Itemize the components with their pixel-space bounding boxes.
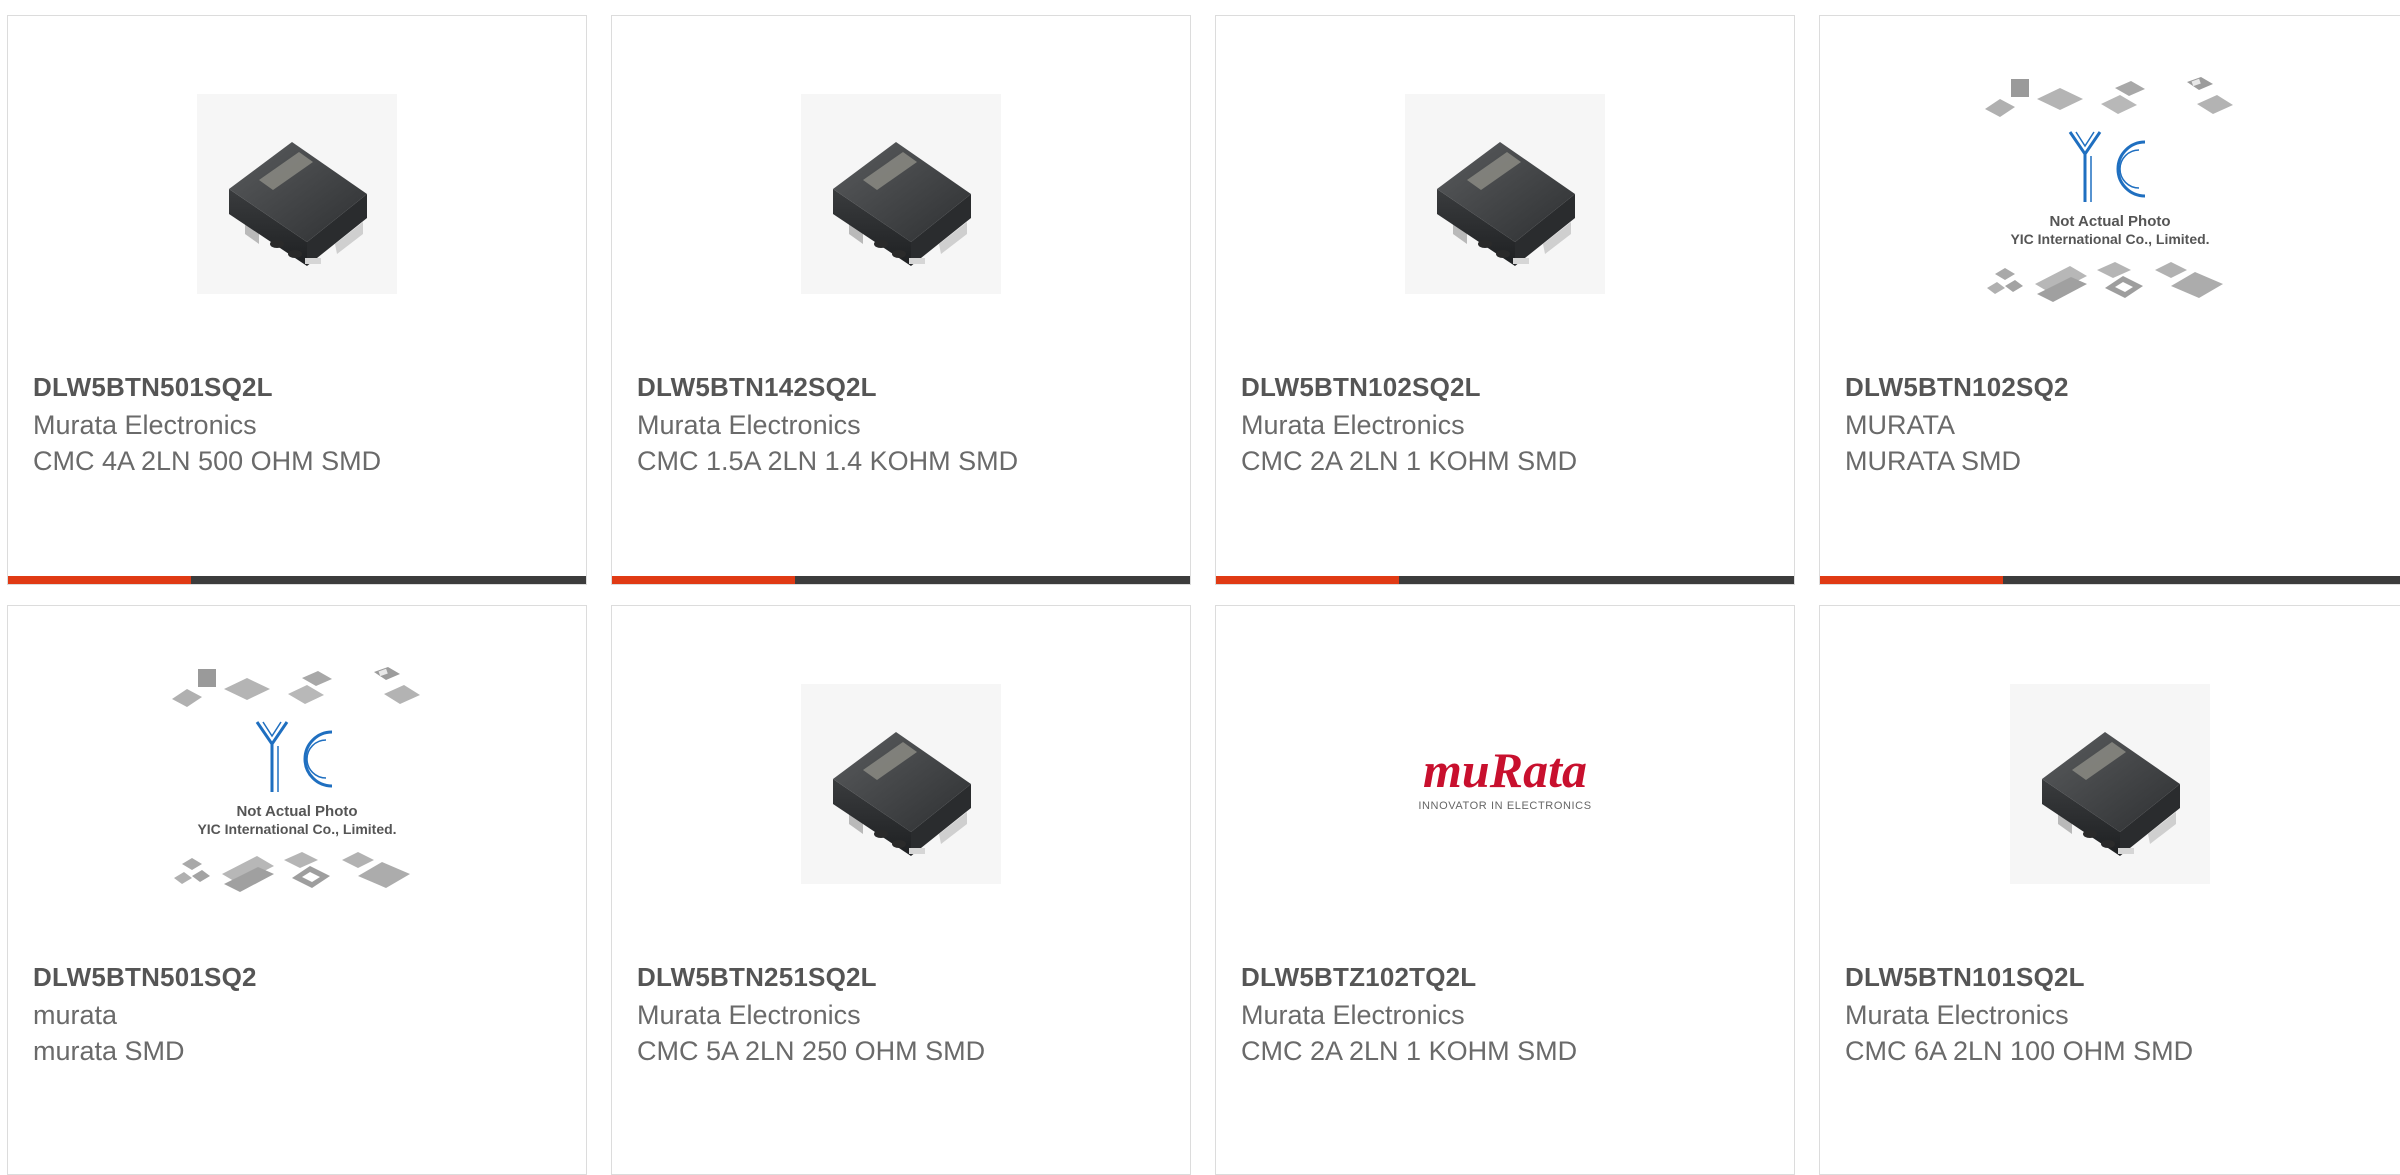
part-number[interactable]: DLW5BTN102SQ2 xyxy=(1845,372,2069,403)
card-footer-bar xyxy=(1216,576,1794,584)
part-number[interactable]: DLW5BTN251SQ2L xyxy=(637,962,877,993)
product-card[interactable]: DLW5BTN142SQ2L Murata Electronics CMC 1.… xyxy=(611,15,1191,585)
yic-logo xyxy=(255,720,334,793)
part-number[interactable]: DLW5BTN501SQ2L xyxy=(33,372,273,403)
description: MURATA SMD xyxy=(1845,446,2022,476)
product-card[interactable]: Not Actual Photo YIC International Co., … xyxy=(7,605,587,1175)
product-image[interactable]: Not Actual Photo YIC International Co., … xyxy=(8,666,586,901)
svg-text:Not Actual Photo: Not Actual Photo xyxy=(236,803,357,820)
product-image[interactable]: Not Actual Photo YIC International Co., … xyxy=(1820,76,2400,311)
description: CMC 2A 2LN 1 KOHM SMD xyxy=(1241,1036,1578,1066)
yic-logo xyxy=(2068,130,2147,203)
product-card[interactable]: DLW5BTN251SQ2L Murata Electronics CMC 5A… xyxy=(611,605,1191,1175)
description: CMC 1.5A 2LN 1.4 KOHM SMD xyxy=(637,446,1019,476)
card-footer-bar xyxy=(8,576,586,584)
yic-placeholder-image: Not Actual Photo YIC International Co., … xyxy=(1985,76,2233,302)
product-grid: DLW5BTN501SQ2L Murata Electronics CMC 4A… xyxy=(0,0,2400,1175)
product-card[interactable]: DLW5BTN101SQ2L Murata Electronics CMC 6A… xyxy=(1819,605,2400,1175)
card-footer-bar xyxy=(1820,576,2400,584)
svg-text:YIC International Co., Limited: YIC International Co., Limited. xyxy=(197,821,396,837)
description: CMC 5A 2LN 250 OHM SMD xyxy=(637,1036,986,1066)
product-card[interactable]: muRata INNOVATOR IN ELECTRONICS DLW5BTZ1… xyxy=(1215,605,1795,1175)
description: CMC 4A 2LN 500 OHM SMD xyxy=(33,446,382,476)
svg-text:INNOVATOR IN ELECTRONICS: INNOVATOR IN ELECTRONICS xyxy=(1418,800,1591,812)
description: murata SMD xyxy=(33,1036,185,1066)
manufacturer: murata xyxy=(33,1000,118,1030)
manufacturer: MURATA xyxy=(1845,410,1955,440)
card-footer-bar xyxy=(612,576,1190,584)
part-number[interactable]: DLW5BTN501SQ2 xyxy=(33,962,257,993)
manufacturer: Murata Electronics xyxy=(1241,1000,1465,1030)
description: CMC 2A 2LN 1 KOHM SMD xyxy=(1241,446,1578,476)
product-image[interactable] xyxy=(1216,76,1794,311)
product-card[interactable]: DLW5BTN102SQ2L Murata Electronics CMC 2A… xyxy=(1215,15,1795,585)
product-image[interactable] xyxy=(612,76,1190,311)
description: CMC 6A 2LN 100 OHM SMD xyxy=(1845,1036,2194,1066)
manufacturer: Murata Electronics xyxy=(33,410,257,440)
svg-text:Not Actual Photo: Not Actual Photo xyxy=(2049,213,2170,230)
part-number[interactable]: DLW5BTN101SQ2L xyxy=(1845,962,2085,993)
murata-logo-image: muRata INNOVATOR IN ELECTRONICS xyxy=(1418,742,1591,812)
inductor-chip-image xyxy=(197,93,397,294)
murata-logo: muRata xyxy=(1423,742,1587,798)
manufacturer: Murata Electronics xyxy=(1241,410,1465,440)
inductor-chip-image xyxy=(1405,93,1605,294)
product-card[interactable]: DLW5BTN501SQ2L Murata Electronics CMC 4A… xyxy=(7,15,587,585)
product-image[interactable] xyxy=(8,76,586,311)
manufacturer: Murata Electronics xyxy=(637,1000,861,1030)
part-number[interactable]: DLW5BTN142SQ2L xyxy=(637,372,877,403)
inductor-chip-image xyxy=(2010,683,2210,884)
product-image[interactable] xyxy=(612,666,1190,901)
part-number[interactable]: DLW5BTN102SQ2L xyxy=(1241,372,1481,403)
part-number[interactable]: DLW5BTZ102TQ2L xyxy=(1241,962,1476,993)
product-image[interactable] xyxy=(1820,666,2400,901)
manufacturer: Murata Electronics xyxy=(637,410,861,440)
inductor-chip-image xyxy=(801,683,1001,884)
yic-placeholder-image: Not Actual Photo YIC International Co., … xyxy=(172,666,420,892)
product-image[interactable]: muRata INNOVATOR IN ELECTRONICS xyxy=(1216,666,1794,901)
inductor-chip-image xyxy=(801,93,1001,294)
svg-text:YIC International Co., Limited: YIC International Co., Limited. xyxy=(2010,231,2209,247)
manufacturer: Murata Electronics xyxy=(1845,1000,2069,1030)
product-card[interactable]: Not Actual Photo YIC International Co., … xyxy=(1819,15,2400,585)
